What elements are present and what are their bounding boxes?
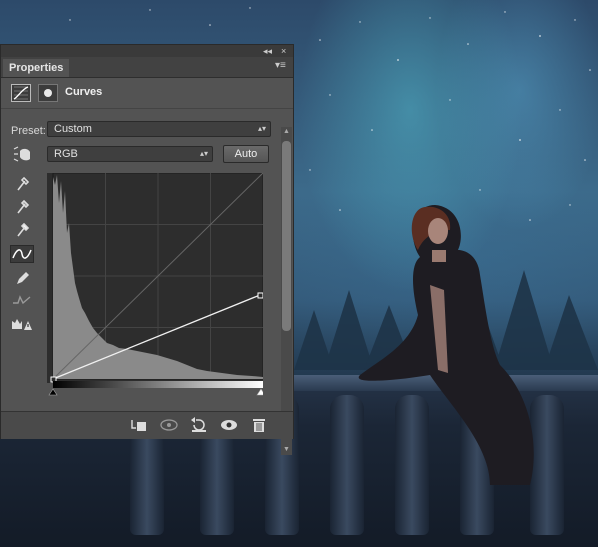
black-point-slider[interactable] bbox=[48, 388, 58, 396]
trash-icon[interactable] bbox=[249, 416, 269, 434]
clipping-warning-icon[interactable] bbox=[10, 315, 34, 333]
reset-icon[interactable] bbox=[189, 416, 209, 434]
curves-graph[interactable] bbox=[47, 173, 263, 435]
preset-value: Custom bbox=[54, 123, 92, 135]
black-point-eyedropper-icon[interactable] bbox=[10, 174, 34, 192]
output-gradient-bar bbox=[53, 381, 263, 388]
scroll-down-icon[interactable]: ▼ bbox=[281, 445, 292, 455]
view-previous-icon[interactable] bbox=[159, 416, 179, 434]
preset-label: Preset: bbox=[11, 125, 46, 137]
pencil-icon[interactable] bbox=[10, 269, 34, 287]
auto-button[interactable]: Auto bbox=[223, 145, 269, 163]
gray-point-eyedropper-icon[interactable] bbox=[10, 197, 34, 215]
clip-to-layer-icon[interactable] bbox=[129, 416, 149, 434]
curves-adjustment-icon[interactable] bbox=[11, 84, 31, 102]
collapse-panel-icon[interactable]: ◂◂ bbox=[263, 45, 272, 57]
panel-tab-bar: Properties ▾≡ bbox=[1, 57, 293, 78]
curve-point-end[interactable] bbox=[257, 292, 263, 299]
panel-menu-icon[interactable]: ▾≡ bbox=[275, 60, 286, 71]
channel-select[interactable]: RGB ▴▾ bbox=[47, 146, 213, 162]
white-point-eyedropper-icon[interactable] bbox=[10, 220, 34, 238]
panel-title-strip[interactable]: ◂◂ × bbox=[1, 45, 293, 57]
curve-point-icon[interactable] bbox=[10, 245, 34, 263]
smooth-icon[interactable] bbox=[10, 291, 34, 309]
close-panel-icon[interactable]: × bbox=[281, 45, 286, 57]
visibility-eye-icon[interactable] bbox=[219, 416, 239, 434]
white-point-slider[interactable] bbox=[256, 388, 263, 396]
properties-panel: ◂◂ × Properties ▾≡ Curves Preset: Custom… bbox=[0, 44, 294, 455]
adjustment-header: Curves bbox=[1, 78, 293, 109]
scroll-thumb[interactable] bbox=[282, 141, 291, 331]
adjustment-title: Curves bbox=[65, 86, 103, 98]
layer-mask-icon[interactable] bbox=[38, 84, 58, 102]
preset-select[interactable]: Custom ▴▾ bbox=[47, 121, 271, 137]
panel-scrollbar[interactable]: ▲ ▼ bbox=[281, 127, 292, 455]
panel-bottom-bar bbox=[1, 411, 293, 439]
seated-woman-figure bbox=[358, 205, 534, 485]
scroll-up-icon[interactable]: ▲ bbox=[281, 127, 292, 137]
on-image-adjust-icon[interactable] bbox=[10, 145, 34, 163]
tab-properties[interactable]: Properties bbox=[3, 59, 70, 77]
select-arrows-icon: ▴▾ bbox=[257, 124, 266, 133]
select-arrows-icon: ▴▾ bbox=[199, 149, 208, 158]
channel-value: RGB bbox=[54, 148, 78, 160]
